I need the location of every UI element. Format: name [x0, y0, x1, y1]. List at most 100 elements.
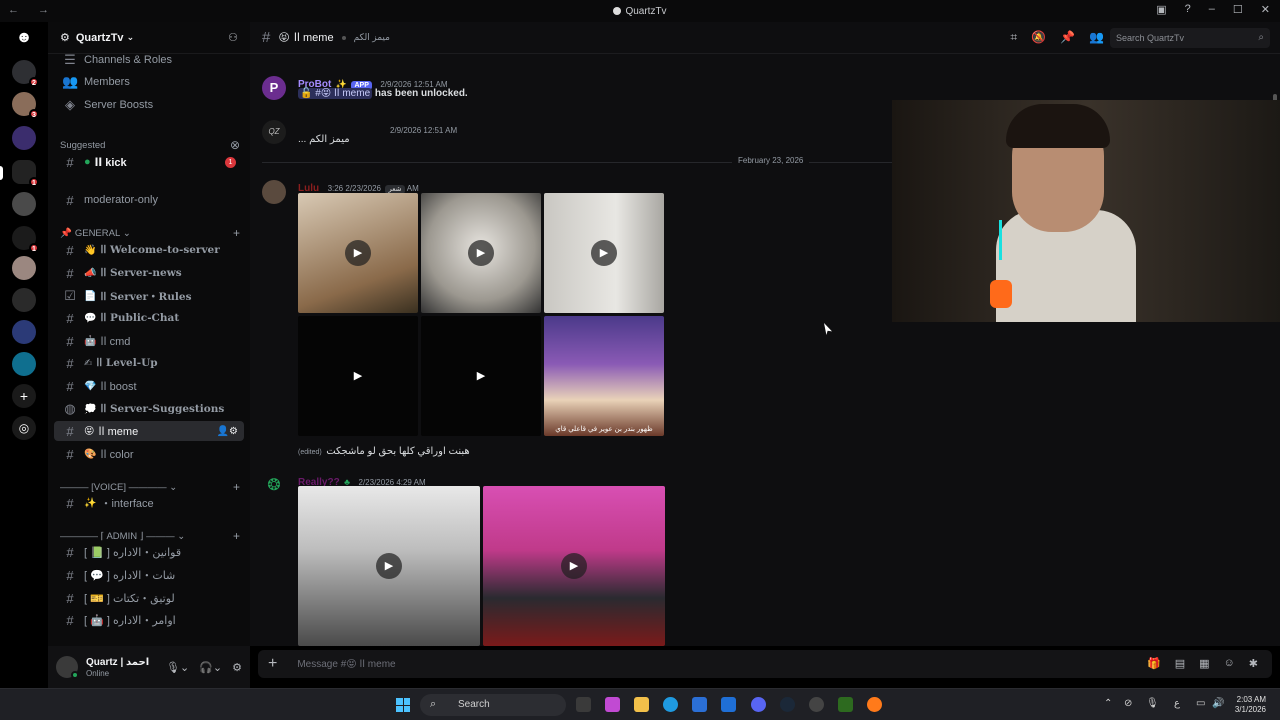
channel-admin-rules[interactable]: #[ 📗 ] قوانين・الاداره — [54, 542, 244, 562]
really-avatar[interactable]: ❂ — [262, 474, 286, 498]
tray-chevron-icon[interactable]: ⌃ — [1104, 698, 1112, 709]
message-input[interactable]: Message #😝 اا meme — [297, 659, 395, 670]
member-list-icon[interactable]: 👥 — [1089, 30, 1104, 45]
play-icon[interactable]: ▶ — [468, 240, 494, 266]
play-icon[interactable]: ▶ — [376, 553, 402, 579]
server-icon-5[interactable]: 1 — [12, 226, 39, 253]
help-icon[interactable]: ? — [1185, 3, 1191, 16]
channel-level-up[interactable]: # ✍ اا Level-Up — [54, 353, 244, 373]
headphones-icon[interactable]: 🎧⌄ — [199, 661, 222, 674]
add-server-icon[interactable]: + — [12, 384, 36, 408]
avatar[interactable] — [56, 656, 79, 679]
discord-home-icon[interactable]: ☻ — [12, 26, 36, 50]
minimize-button[interactable]: – — [1209, 3, 1215, 16]
server-icon-1[interactable]: 2 — [12, 60, 39, 87]
firefox-icon[interactable] — [867, 697, 882, 712]
tray-wifi-icon[interactable]: ▭ — [1196, 698, 1205, 709]
play-icon[interactable]: ▶ — [468, 363, 494, 389]
video-tile[interactable]: ▶ — [298, 486, 480, 646]
mic-icon[interactable]: 🎙⌄ — [166, 661, 189, 674]
server-icon-9[interactable] — [12, 352, 36, 376]
inbox-icon[interactable]: ▣ — [1156, 3, 1166, 16]
channel-settings-icon[interactable]: 👤⚙ — [217, 426, 238, 437]
image-tile[interactable]: ظهور بندر بن عوير في قاعلي قاي — [544, 316, 664, 436]
sidebar-item-members[interactable]: 👥 Members — [54, 72, 244, 92]
outlook-icon[interactable] — [721, 697, 736, 712]
threads-icon[interactable]: ⌗ — [1010, 30, 1017, 45]
server-icon-7[interactable] — [12, 288, 36, 312]
channel-welcome[interactable]: # 👋 اا Welcome-to-server — [54, 240, 244, 260]
search-input[interactable]: Search QuartzTv ⌕ — [1110, 28, 1270, 48]
obs-icon[interactable] — [809, 697, 824, 712]
add-attachment-icon[interactable]: + — [268, 655, 277, 673]
notifications-icon[interactable]: 🔕 — [1031, 30, 1046, 45]
channel-kick[interactable]: # ● اا kick 1 — [54, 152, 244, 172]
emoji-icon[interactable]: ☺ — [1224, 657, 1235, 670]
video-tile[interactable]: ▶ — [298, 316, 418, 436]
video-tile[interactable]: ▶ — [421, 316, 541, 436]
channel-boost[interactable]: # 💎 اا boost — [54, 376, 244, 396]
sticker-icon[interactable]: ▦ — [1199, 657, 1209, 670]
channel-cmd[interactable]: # 🤖 اا cmd — [54, 331, 244, 351]
settings-gear-icon[interactable]: ⚙ — [232, 661, 242, 674]
dismiss-icon[interactable]: ⊗ — [230, 138, 240, 152]
pin-icon[interactable]: 📌 — [1060, 30, 1075, 45]
tray-mic-icon[interactable]: 🎙 — [1146, 698, 1159, 709]
probot-avatar[interactable]: P — [262, 76, 286, 100]
server-icon-quartz[interactable]: 1 — [12, 160, 39, 187]
lulu-avatar[interactable] — [262, 180, 286, 204]
sidebar-item-channels-roles[interactable]: ☰ Channels & Roles — [54, 50, 244, 70]
language-indicator[interactable]: ع — [1174, 698, 1180, 709]
category-admin[interactable]: ———— ⌈ ADMIN ⌋ ——— ⌄ + — [60, 529, 240, 543]
play-icon[interactable]: ▶ — [345, 240, 371, 266]
channel-server-news[interactable]: # 📣 اا Server-news — [54, 263, 244, 283]
gift-icon[interactable]: 🎁 — [1147, 657, 1161, 670]
channel-server-rules[interactable]: ☑ 📄 اا Server・Rules — [54, 286, 244, 306]
invite-icon[interactable]: ⚇ — [228, 31, 238, 44]
server-icon-4[interactable] — [12, 192, 36, 216]
video-tile[interactable]: ▶ — [544, 193, 664, 313]
tray-network-icon[interactable]: ⊘ — [1124, 698, 1132, 709]
discover-icon[interactable]: ◎ — [12, 416, 36, 440]
apps-icon[interactable]: ✱ — [1249, 657, 1258, 670]
message-composer[interactable]: + Message #😝 اا meme 🎁 ▤ ▦ ☺ ✱ — [258, 650, 1272, 678]
play-icon[interactable]: ▶ — [591, 240, 617, 266]
channel-server-suggestions[interactable]: ◍ 💭 اا Server-Suggestions — [54, 399, 244, 419]
maximize-button[interactable]: ☐ — [1233, 3, 1243, 16]
channel-interface[interactable]: # ✨ ・interface — [54, 493, 244, 513]
server-icon-8[interactable] — [12, 320, 36, 344]
task-view-icon[interactable] — [576, 697, 591, 712]
video-tile[interactable]: ▶ — [421, 193, 541, 313]
channel-mention[interactable]: 🔓 #😝 اا meme — [298, 88, 373, 99]
category-voice[interactable]: ——— [VOICE] ———— ⌄ + — [60, 480, 240, 494]
close-button[interactable]: ✕ — [1261, 3, 1270, 16]
channel-admin-chat[interactable]: #[ 💬 ] شات・الاداره — [54, 565, 244, 585]
gif-icon[interactable]: ▤ — [1175, 657, 1185, 670]
video-tile[interactable]: ▶ — [483, 486, 665, 646]
steam-icon[interactable] — [780, 697, 795, 712]
video-tile[interactable]: ▶ — [298, 193, 418, 313]
play-icon[interactable]: ▶ — [561, 553, 587, 579]
discord-taskbar-icon[interactable] — [751, 697, 766, 712]
clock[interactable]: 2:03 AM 3/1/2026 — [1235, 695, 1266, 715]
sidebar-item-server-boosts[interactable]: ◈ Server Boosts — [54, 95, 244, 115]
edge-icon[interactable] — [663, 697, 678, 712]
category-general[interactable]: 📌 GENERAL ⌄ + — [60, 226, 240, 240]
server-icon-3[interactable] — [12, 126, 36, 150]
taskbar-search[interactable]: ⌕ Search — [420, 694, 566, 716]
quartz-avatar[interactable]: QZ — [262, 120, 286, 144]
server-icon-6[interactable] — [12, 256, 36, 280]
channel-moderator-only[interactable]: # moderator-only — [54, 190, 244, 210]
play-icon[interactable]: ▶ — [345, 363, 371, 389]
store-icon[interactable] — [692, 697, 707, 712]
windows-start-icon[interactable] — [396, 698, 410, 712]
tray-volume-icon[interactable]: 🔊 — [1212, 698, 1224, 709]
channel-meme[interactable]: # 😝 اا meme 👤⚙ — [54, 421, 244, 441]
nvidia-icon[interactable] — [838, 697, 853, 712]
channel-admin-tickets[interactable]: #[ 🎫 ] لوتيق・تكتات — [54, 588, 244, 608]
channel-admin-commands[interactable]: #[ 🤖 ] اوامر・الاداره — [54, 610, 244, 630]
channel-color[interactable]: # 🎨 اا color — [54, 444, 244, 464]
copilot-icon[interactable] — [605, 697, 620, 712]
server-icon-2[interactable]: 3 — [12, 92, 39, 119]
file-explorer-icon[interactable] — [634, 697, 649, 712]
